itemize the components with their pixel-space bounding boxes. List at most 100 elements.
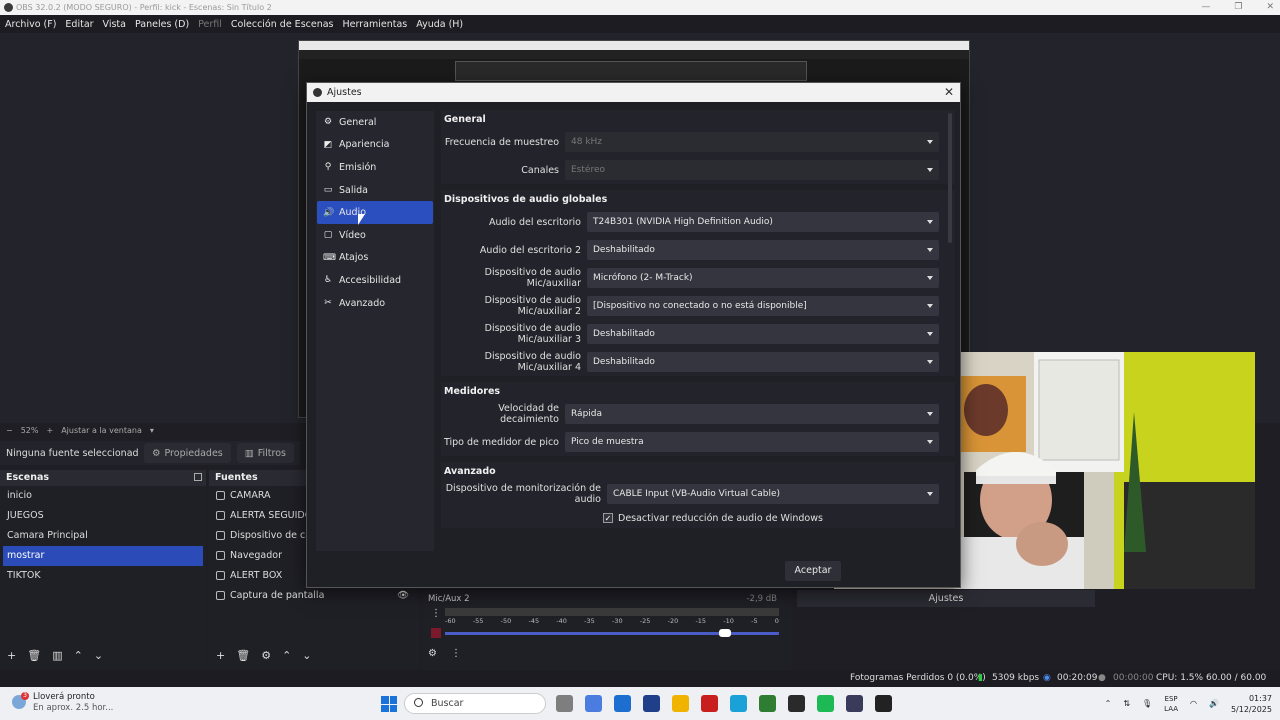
lang-top: ESP xyxy=(1164,694,1178,703)
trash-icon[interactable]: 🗑 xyxy=(27,649,41,662)
taskbar-app-icon[interactable] xyxy=(730,695,747,712)
add-icon[interactable]: + xyxy=(216,649,225,662)
taskbar-app-icon[interactable] xyxy=(585,695,602,712)
controls-settings-button[interactable]: Ajustes xyxy=(797,590,1095,607)
settings-nav-label: Avanzado xyxy=(339,297,386,309)
taskbar-app-icon[interactable] xyxy=(556,695,573,712)
menu-view[interactable]: Vista xyxy=(103,19,126,30)
menu-edit[interactable]: Editar xyxy=(65,19,93,30)
add-icon[interactable]: + xyxy=(7,649,16,662)
close-icon[interactable]: ✕ xyxy=(944,83,954,102)
tick: -40 xyxy=(556,617,567,625)
taskbar-app-icon[interactable] xyxy=(846,695,863,712)
signal-icon: ▮ xyxy=(978,673,983,683)
device-select[interactable]: [Dispositivo no conectado o no está disp… xyxy=(587,296,939,316)
cpu-usage: CPU: 1.5% xyxy=(1156,673,1204,683)
menu-profile[interactable]: Perfil xyxy=(198,19,222,30)
zoom-in-button[interactable]: + xyxy=(46,426,53,435)
maximize-button[interactable]: ❐ xyxy=(1234,0,1242,15)
taskbar-app-icon[interactable] xyxy=(759,695,776,712)
chevron-up-icon[interactable]: ⌃ xyxy=(1105,699,1112,708)
chevron-down-icon[interactable]: ▾ xyxy=(150,426,154,435)
settings-nav-item[interactable]: ✂ Avanzado xyxy=(317,292,433,315)
taskbar-app-icon[interactable] xyxy=(672,695,689,712)
decay-select[interactable]: Rápida xyxy=(565,404,939,424)
tick: -10 xyxy=(723,617,734,625)
settings-nav-item[interactable]: ♿ Accesibilidad xyxy=(317,269,433,292)
browser-icon xyxy=(216,551,225,560)
move-up-icon[interactable]: ⌃ xyxy=(74,649,83,662)
settings-nav-item[interactable]: ▢ Vídeo xyxy=(317,224,433,247)
scene-item[interactable]: Camara Principal xyxy=(0,526,206,546)
windows-start-icon[interactable] xyxy=(381,696,397,712)
undock-icon[interactable] xyxy=(194,473,202,481)
chevron-down-icon xyxy=(927,304,933,308)
source-item[interactable]: Captura de pantalla 👁 xyxy=(209,586,419,606)
trash-icon[interactable]: 🗑 xyxy=(236,649,250,662)
network-icon[interactable]: ⇅ xyxy=(1123,699,1130,708)
minimize-button[interactable]: — xyxy=(1201,0,1210,15)
device-select[interactable]: Deshabilitado xyxy=(587,324,939,344)
monitor-select[interactable]: CABLE Input (VB-Audio Virtual Cable) xyxy=(607,484,939,504)
move-down-icon[interactable]: ⌄ xyxy=(94,649,103,662)
properties-button[interactable]: ⚙ Propiedades xyxy=(143,443,231,463)
sample-rate-select[interactable]: 48 kHz xyxy=(565,132,939,152)
volume-icon[interactable]: 🔊 xyxy=(1209,699,1219,708)
fit-window-label[interactable]: Ajustar a la ventana xyxy=(61,426,142,435)
settings-nav-item[interactable]: ⚙ General xyxy=(317,111,433,134)
taskbar-app-icon[interactable] xyxy=(788,695,805,712)
channels-select[interactable]: Estéreo xyxy=(565,160,939,180)
menu-bar: Archivo (F) Editar Vista Paneles (D) Per… xyxy=(0,15,1280,33)
device-select[interactable]: Deshabilitado xyxy=(587,240,939,260)
settings-nav-item[interactable]: ◩ Apariencia xyxy=(317,134,433,157)
kebab-menu-icon[interactable]: ⋮ xyxy=(431,608,441,619)
weather-widget[interactable]: Lloverá pronto En aprox. 2.5 hor... xyxy=(33,692,113,714)
menu-tools[interactable]: Herramientas xyxy=(343,19,408,30)
accept-button[interactable]: Aceptar xyxy=(785,561,841,581)
ducking-checkbox[interactable]: ✓ xyxy=(603,513,613,523)
close-button[interactable]: ✕ xyxy=(1266,0,1274,15)
move-down-icon[interactable]: ⌄ xyxy=(302,649,311,662)
taskbar-app-icon[interactable] xyxy=(701,695,718,712)
gear-icon[interactable]: ⚙ xyxy=(261,649,271,662)
zoom-out-button[interactable]: − xyxy=(6,426,13,435)
eye-icon[interactable]: 👁 xyxy=(397,586,409,606)
taskbar-search[interactable]: Buscar xyxy=(404,693,546,714)
peak-select[interactable]: Pico de muestra xyxy=(565,432,939,452)
wifi-icon[interactable]: ◠ xyxy=(1190,699,1197,708)
taskbar-app-icon[interactable] xyxy=(817,695,834,712)
kebab-menu-icon[interactable]: ⋮ xyxy=(451,648,461,659)
microphone-icon[interactable]: 🎙 xyxy=(1142,699,1152,708)
taskbar-app-icon[interactable] xyxy=(643,695,660,712)
language-indicator[interactable]: ESP LAA xyxy=(1164,694,1178,714)
settings-nav-item[interactable]: ⚲ Emisión xyxy=(317,156,433,179)
scene-item[interactable]: inicio xyxy=(0,486,206,506)
chevron-down-icon xyxy=(927,440,933,444)
menu-help[interactable]: Ayuda (H) xyxy=(416,19,463,30)
mixer-settings-icon[interactable]: ⚙ xyxy=(428,648,437,659)
filters-button[interactable]: ▥ Filtros xyxy=(236,443,294,463)
scene-item-selected[interactable]: mostrar xyxy=(3,546,203,566)
weather-subtitle: En aprox. 2.5 hor... xyxy=(33,703,114,713)
scene-item[interactable]: TIKTOK xyxy=(0,566,206,586)
volume-slider-handle[interactable] xyxy=(719,629,731,637)
settings-scrollbar[interactable] xyxy=(948,113,952,243)
taskbar-app-icon[interactable] xyxy=(614,695,631,712)
settings-nav-item[interactable]: 🔊 Audio xyxy=(317,201,433,224)
device-select[interactable]: Deshabilitado xyxy=(587,352,939,372)
device-select[interactable]: T24B301 (NVIDIA High Definition Audio) xyxy=(587,212,939,232)
mute-icon[interactable] xyxy=(431,628,441,638)
settings-nav-item[interactable]: ⌨ Atajos xyxy=(317,247,433,270)
menu-file[interactable]: Archivo (F) xyxy=(5,19,56,30)
nested-titlebar xyxy=(299,41,969,50)
clock[interactable]: 01:37 5/12/2025 xyxy=(1231,693,1272,715)
taskbar-app-icon[interactable] xyxy=(875,695,892,712)
menu-docks[interactable]: Paneles (D) xyxy=(135,19,189,30)
scene-item[interactable]: JUEGOS xyxy=(0,506,206,526)
settings-nav-item[interactable]: ▭ Salida xyxy=(317,179,433,202)
device-select[interactable]: Micrófono (2- M-Track) xyxy=(587,268,939,288)
filter-icon[interactable]: ▥ xyxy=(52,649,62,662)
move-up-icon[interactable]: ⌃ xyxy=(282,649,291,662)
menu-scene-collection[interactable]: Colección de Escenas xyxy=(231,19,334,30)
source-label: CAMARA xyxy=(230,490,271,501)
